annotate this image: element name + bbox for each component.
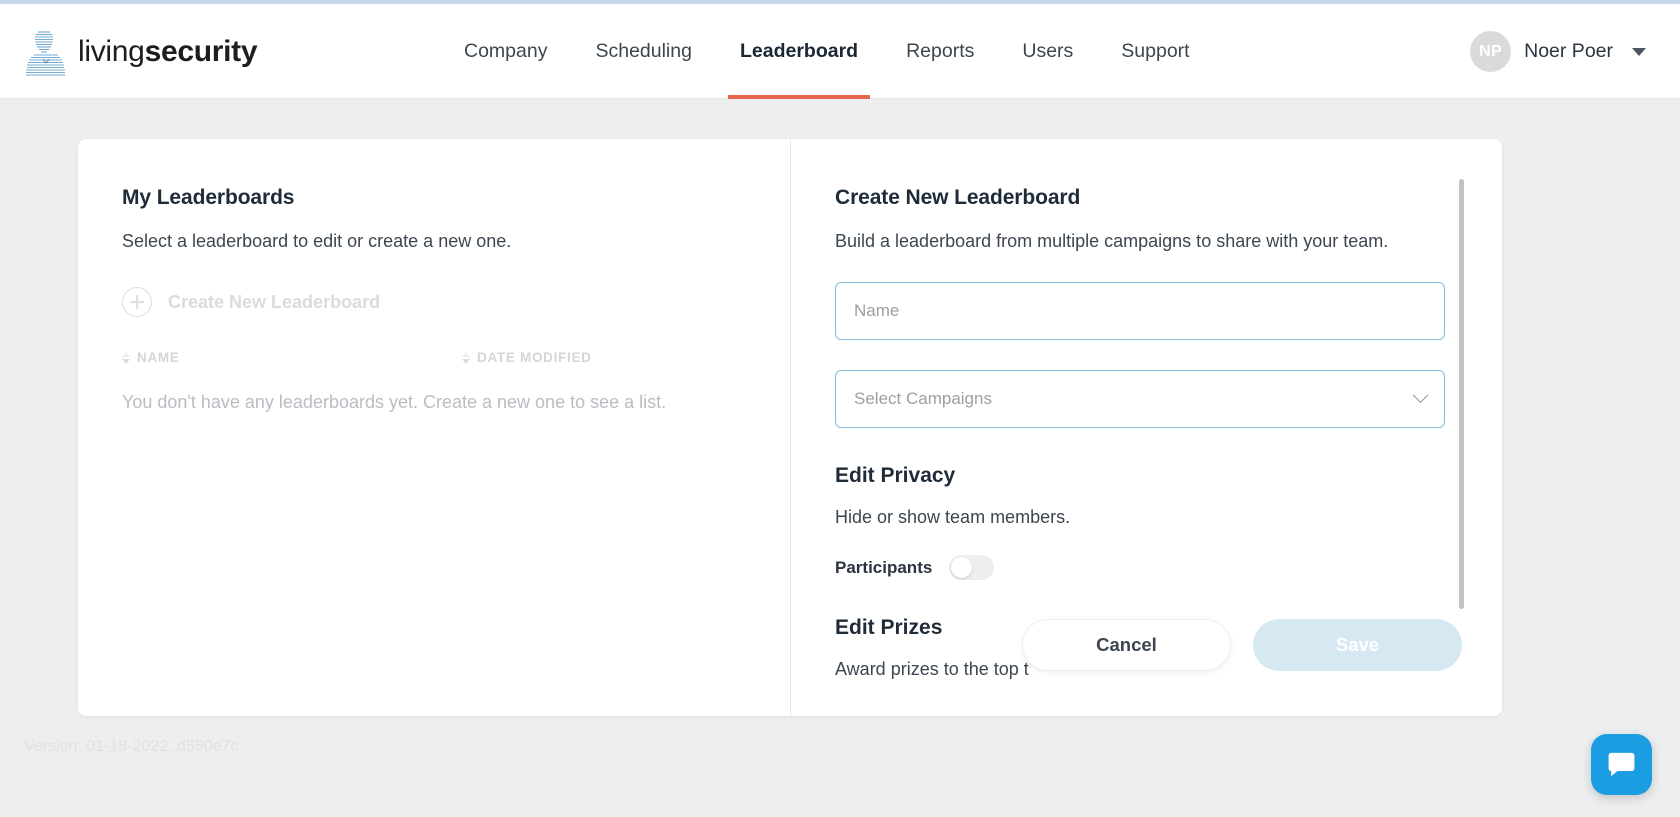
leaderboards-table-header: NAME DATE MODIFIED bbox=[122, 350, 790, 365]
participants-toggle-label: Participants bbox=[835, 557, 933, 577]
my-leaderboards-panel: My Leaderboards Select a leaderboard to … bbox=[78, 139, 790, 716]
column-header-name[interactable]: NAME bbox=[122, 350, 462, 365]
app-header: livingsecurity Company Scheduling Leader… bbox=[0, 4, 1680, 99]
edit-privacy-subtitle: Hide or show team members. bbox=[835, 507, 1071, 527]
name-input[interactable]: Name bbox=[835, 282, 1445, 340]
form-action-bar: Cancel Save bbox=[1022, 619, 1462, 671]
chevron-down-icon bbox=[1412, 386, 1429, 403]
edit-privacy-title: Edit Privacy bbox=[835, 464, 956, 487]
caret-down-icon bbox=[1632, 47, 1646, 56]
brand-logo[interactable]: livingsecurity bbox=[24, 26, 258, 78]
version-label: Version: 01-18-2022, d550e7c bbox=[24, 738, 239, 755]
participants-toggle-row: Participants bbox=[835, 555, 1502, 580]
nav-item-leaderboard[interactable]: Leaderboard bbox=[716, 4, 882, 99]
nav-item-company[interactable]: Company bbox=[440, 4, 571, 99]
my-leaderboards-title: My Leaderboards bbox=[122, 186, 295, 209]
create-new-leaderboard-link[interactable]: Create New Leaderboard bbox=[122, 287, 790, 317]
leaderboards-empty-state: You don't have any leaderboards yet. Cre… bbox=[122, 392, 667, 412]
save-button[interactable]: Save bbox=[1253, 619, 1462, 671]
nav-item-users[interactable]: Users bbox=[998, 4, 1097, 99]
column-header-name-label: NAME bbox=[137, 350, 180, 365]
sort-arrows-icon bbox=[122, 351, 130, 364]
plus-circle-icon bbox=[122, 287, 152, 317]
nav-item-scheduling[interactable]: Scheduling bbox=[571, 4, 716, 99]
cancel-button[interactable]: Cancel bbox=[1022, 619, 1231, 671]
main-navigation: Company Scheduling Leaderboard Reports U… bbox=[440, 4, 1214, 99]
brand-logo-text: livingsecurity bbox=[78, 35, 258, 69]
avatar: NP bbox=[1470, 31, 1512, 72]
nav-item-support[interactable]: Support bbox=[1097, 4, 1213, 99]
column-header-date-modified-label: DATE MODIFIED bbox=[477, 350, 592, 365]
my-leaderboards-subtitle: Select a leaderboard to edit or create a… bbox=[122, 231, 512, 251]
brand-logo-text-bold: security bbox=[144, 35, 258, 68]
sort-arrows-icon bbox=[462, 351, 470, 364]
toggle-knob bbox=[951, 557, 973, 578]
nav-item-reports[interactable]: Reports bbox=[882, 4, 998, 99]
name-input-placeholder: Name bbox=[854, 301, 900, 320]
create-leaderboard-subtitle: Build a leaderboard from multiple campai… bbox=[835, 231, 1389, 251]
create-leaderboard-title: Create New Leaderboard bbox=[835, 186, 1081, 209]
user-menu[interactable]: NP Noer Poer bbox=[1470, 4, 1646, 99]
participants-toggle[interactable] bbox=[949, 555, 995, 580]
person-linework-logo-icon bbox=[26, 31, 65, 76]
column-header-date-modified[interactable]: DATE MODIFIED bbox=[462, 350, 592, 365]
brand-logo-text-light: living bbox=[78, 35, 145, 68]
chat-bubble-icon bbox=[1608, 752, 1635, 777]
user-name-label: Noer Poer bbox=[1524, 40, 1613, 62]
select-campaigns-dropdown[interactable]: Select Campaigns bbox=[835, 370, 1445, 428]
create-new-leaderboard-label: Create New Leaderboard bbox=[168, 291, 381, 312]
select-campaigns-placeholder: Select Campaigns bbox=[854, 389, 992, 408]
chat-widget-button[interactable] bbox=[1591, 734, 1652, 795]
right-panel-scrollbar[interactable] bbox=[1459, 179, 1464, 609]
